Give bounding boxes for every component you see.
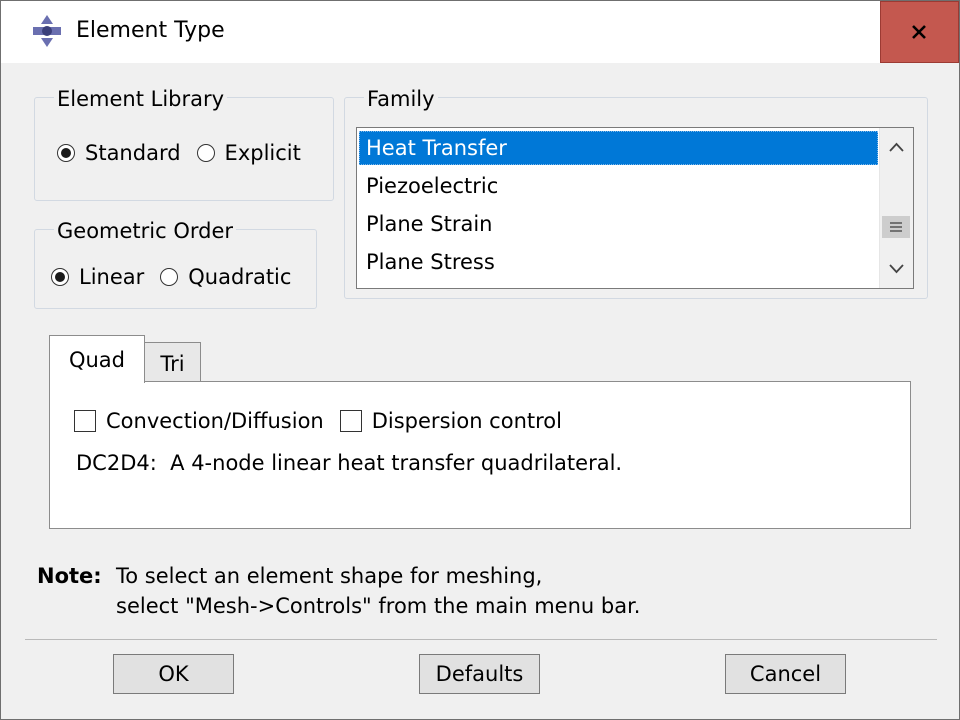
close-button[interactable] [880,1,959,63]
checkbox-convection-diffusion-label[interactable]: Convection/Diffusion [106,409,324,433]
abaqus-app-icon [31,15,63,47]
element-description: DC2D4: A 4-node linear heat transfer qua… [76,451,623,475]
scroll-up-button[interactable] [880,130,913,164]
note-label: Note: [37,564,102,588]
geometric-order-options: Linear Quadratic [51,264,307,290]
element-library-options: Standard Explicit [57,140,317,166]
tab-tri[interactable]: Tri [144,342,201,382]
checkbox-convection-diffusion[interactable] [74,410,96,432]
radio-quadratic-label[interactable]: Quadratic [188,265,291,289]
checkbox-dispersion-control[interactable] [339,410,362,432]
note-line-2: select "Mesh->Controls" from the main me… [116,594,641,618]
scroll-thumb[interactable] [882,216,910,238]
element-type-dialog: Element Type Element Library Standard Ex… [0,0,960,720]
note-line-1: To select an element shape for meshing, [116,564,543,588]
checkbox-dispersion-control-label[interactable]: Dispersion control [372,409,562,433]
grip-icon [890,222,902,232]
family-listbox[interactable]: Heat Transfer Piezoelectric Plane Strain… [356,127,914,289]
window-title: Element Type [76,18,225,43]
title-bar[interactable]: Element Type [1,1,959,63]
ok-button[interactable]: OK [113,654,234,694]
radio-quadratic[interactable] [160,268,179,286]
scroll-down-button[interactable] [880,252,913,286]
family-label: Family [364,87,438,111]
radio-standard[interactable] [57,144,75,162]
radio-linear[interactable] [51,268,69,286]
quad-tab-panel: Convection/Diffusion Dispersion control … [49,381,911,529]
close-icon [912,25,926,39]
family-item-piezoelectric[interactable]: Piezoelectric [359,169,878,203]
family-scrollbar[interactable] [879,128,913,288]
family-item-plane-strain[interactable]: Plane Strain [359,207,878,241]
radio-explicit-label[interactable]: Explicit [225,141,301,165]
tab-tri-label: Tri [160,352,185,376]
radio-explicit[interactable] [196,144,215,162]
geometric-order-label: Geometric Order [54,219,237,243]
cancel-button[interactable]: Cancel [725,654,846,694]
radio-standard-label[interactable]: Standard [85,141,181,165]
quad-options: Convection/Diffusion Dispersion control [74,408,578,434]
family-item-heat-transfer[interactable]: Heat Transfer [359,131,878,165]
tab-quad[interactable]: Quad [49,335,145,383]
tab-quad-label: Quad [68,348,126,372]
separator [25,639,937,640]
chevron-up-icon [889,142,904,152]
family-item-plane-stress[interactable]: Plane Stress [359,245,878,279]
defaults-button[interactable]: Defaults [419,654,540,694]
element-library-label: Element Library [54,87,228,111]
radio-linear-label[interactable]: Linear [79,265,144,289]
chevron-down-icon [889,264,904,274]
